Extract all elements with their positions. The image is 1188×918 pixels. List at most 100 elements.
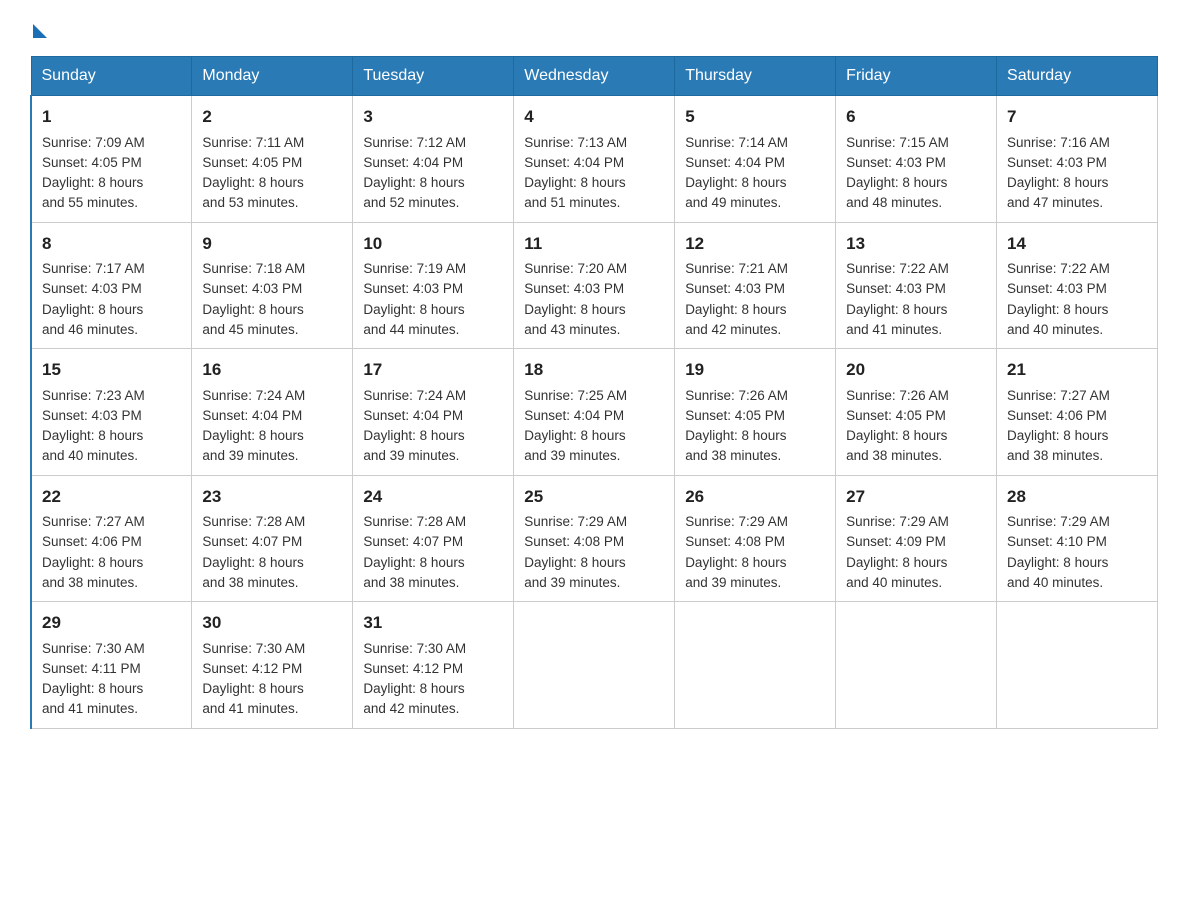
day-number: 28 <box>1007 484 1147 510</box>
header-saturday: Saturday <box>997 57 1158 96</box>
day-cell: 14Sunrise: 7:22 AMSunset: 4:03 PMDayligh… <box>997 222 1158 349</box>
day-cell <box>997 602 1158 729</box>
day-info: Sunrise: 7:17 AMSunset: 4:03 PMDaylight:… <box>42 261 145 337</box>
day-cell: 6 Sunrise: 7:15 AMSunset: 4:03 PMDaylight… <box>836 96 997 223</box>
day-number: 1 <box>42 104 181 130</box>
day-cell <box>675 602 836 729</box>
day-cell: 23 Sunrise: 7:28 AMSunset: 4:07 PMDayligh… <box>192 475 353 602</box>
day-info: Sunrise: 7:11 AMSunset: 4:05 PMDaylight:… <box>202 135 304 211</box>
day-info: Sunrise: 7:22 AMSunset: 4:03 PMDaylight:… <box>846 261 949 337</box>
day-info: Sunrise: 7:24 AMSunset: 4:04 PMDaylight:… <box>363 388 466 464</box>
day-info: Sunrise: 7:30 AMSunset: 4:12 PMDaylight:… <box>363 641 466 717</box>
week-row-1: 1 Sunrise: 7:09 AMSunset: 4:05 PMDaylight… <box>31 96 1158 223</box>
day-info: Sunrise: 7:15 AMSunset: 4:03 PMDaylight:… <box>846 135 949 211</box>
day-number: 30 <box>202 610 342 636</box>
day-number: 3 <box>363 104 503 130</box>
day-number: 27 <box>846 484 986 510</box>
day-cell: 18Sunrise: 7:25 AMSunset: 4:04 PMDayligh… <box>514 349 675 476</box>
day-number: 2 <box>202 104 342 130</box>
day-cell: 30 Sunrise: 7:30 AMSunset: 4:12 PMDayligh… <box>192 602 353 729</box>
day-info: Sunrise: 7:14 AMSunset: 4:04 PMDaylight:… <box>685 135 788 211</box>
day-info: Sunrise: 7:22 AMSunset: 4:03 PMDaylight:… <box>1007 261 1110 337</box>
day-number: 8 <box>42 231 181 257</box>
day-cell: 12 Sunrise: 7:21 AMSunset: 4:03 PMDayligh… <box>675 222 836 349</box>
day-info: Sunrise: 7:27 AMSunset: 4:06 PMDaylight:… <box>42 514 145 590</box>
day-cell <box>836 602 997 729</box>
day-info: Sunrise: 7:29 AMSunset: 4:09 PMDaylight:… <box>846 514 949 590</box>
logo-triangle-icon <box>33 24 47 38</box>
day-cell: 17 Sunrise: 7:24 AMSunset: 4:04 PMDayligh… <box>353 349 514 476</box>
day-info: Sunrise: 7:18 AMSunset: 4:03 PMDaylight:… <box>202 261 305 337</box>
day-info: Sunrise: 7:26 AMSunset: 4:05 PMDaylight:… <box>846 388 949 464</box>
day-info: Sunrise: 7:16 AMSunset: 4:03 PMDaylight:… <box>1007 135 1110 211</box>
header-monday: Monday <box>192 57 353 96</box>
day-info: Sunrise: 7:29 AMSunset: 4:10 PMDaylight:… <box>1007 514 1110 590</box>
day-number: 4 <box>524 104 664 130</box>
header-wednesday: Wednesday <box>514 57 675 96</box>
day-cell: 10Sunrise: 7:19 AMSunset: 4:03 PMDayligh… <box>353 222 514 349</box>
week-row-5: 29 Sunrise: 7:30 AMSunset: 4:11 PMDayligh… <box>31 602 1158 729</box>
day-info: Sunrise: 7:09 AMSunset: 4:05 PMDaylight:… <box>42 135 145 211</box>
day-number: 24 <box>363 484 503 510</box>
day-number: 6 <box>846 104 986 130</box>
logo <box>30 20 47 38</box>
day-number: 11 <box>524 231 664 257</box>
day-cell: 9 Sunrise: 7:18 AMSunset: 4:03 PMDaylight… <box>192 222 353 349</box>
day-number: 20 <box>846 357 986 383</box>
day-cell: 1 Sunrise: 7:09 AMSunset: 4:05 PMDaylight… <box>31 96 192 223</box>
day-info: Sunrise: 7:29 AMSunset: 4:08 PMDaylight:… <box>685 514 788 590</box>
week-row-3: 15Sunrise: 7:23 AMSunset: 4:03 PMDayligh… <box>31 349 1158 476</box>
day-info: Sunrise: 7:21 AMSunset: 4:03 PMDaylight:… <box>685 261 788 337</box>
day-number: 25 <box>524 484 664 510</box>
day-cell: 3 Sunrise: 7:12 AMSunset: 4:04 PMDaylight… <box>353 96 514 223</box>
day-number: 18 <box>524 357 664 383</box>
day-number: 12 <box>685 231 825 257</box>
day-cell: 8 Sunrise: 7:17 AMSunset: 4:03 PMDaylight… <box>31 222 192 349</box>
header-sunday: Sunday <box>31 57 192 96</box>
day-cell: 19Sunrise: 7:26 AMSunset: 4:05 PMDayligh… <box>675 349 836 476</box>
header-friday: Friday <box>836 57 997 96</box>
day-cell: 7Sunrise: 7:16 AMSunset: 4:03 PMDaylight… <box>997 96 1158 223</box>
day-cell: 4 Sunrise: 7:13 AMSunset: 4:04 PMDaylight… <box>514 96 675 223</box>
day-cell: 13 Sunrise: 7:22 AMSunset: 4:03 PMDayligh… <box>836 222 997 349</box>
day-cell: 24Sunrise: 7:28 AMSunset: 4:07 PMDayligh… <box>353 475 514 602</box>
day-number: 21 <box>1007 357 1147 383</box>
week-row-4: 22 Sunrise: 7:27 AMSunset: 4:06 PMDayligh… <box>31 475 1158 602</box>
day-info: Sunrise: 7:24 AMSunset: 4:04 PMDaylight:… <box>202 388 305 464</box>
day-info: Sunrise: 7:30 AMSunset: 4:11 PMDaylight:… <box>42 641 145 717</box>
day-info: Sunrise: 7:12 AMSunset: 4:04 PMDaylight:… <box>363 135 466 211</box>
week-row-2: 8 Sunrise: 7:17 AMSunset: 4:03 PMDaylight… <box>31 222 1158 349</box>
day-info: Sunrise: 7:30 AMSunset: 4:12 PMDaylight:… <box>202 641 305 717</box>
day-number: 17 <box>363 357 503 383</box>
day-info: Sunrise: 7:19 AMSunset: 4:03 PMDaylight:… <box>363 261 466 337</box>
calendar-body: 1 Sunrise: 7:09 AMSunset: 4:05 PMDaylight… <box>31 96 1158 729</box>
day-info: Sunrise: 7:23 AMSunset: 4:03 PMDaylight:… <box>42 388 145 464</box>
day-info: Sunrise: 7:26 AMSunset: 4:05 PMDaylight:… <box>685 388 788 464</box>
day-number: 5 <box>685 104 825 130</box>
day-info: Sunrise: 7:29 AMSunset: 4:08 PMDaylight:… <box>524 514 627 590</box>
day-cell: 28 Sunrise: 7:29 AMSunset: 4:10 PMDayligh… <box>997 475 1158 602</box>
day-number: 23 <box>202 484 342 510</box>
day-cell: 21 Sunrise: 7:27 AMSunset: 4:06 PMDayligh… <box>997 349 1158 476</box>
day-info: Sunrise: 7:28 AMSunset: 4:07 PMDaylight:… <box>202 514 305 590</box>
header-tuesday: Tuesday <box>353 57 514 96</box>
calendar-header: SundayMondayTuesdayWednesdayThursdayFrid… <box>31 57 1158 96</box>
day-info: Sunrise: 7:20 AMSunset: 4:03 PMDaylight:… <box>524 261 627 337</box>
header-thursday: Thursday <box>675 57 836 96</box>
day-cell: 22 Sunrise: 7:27 AMSunset: 4:06 PMDayligh… <box>31 475 192 602</box>
day-info: Sunrise: 7:27 AMSunset: 4:06 PMDaylight:… <box>1007 388 1110 464</box>
day-cell: 16 Sunrise: 7:24 AMSunset: 4:04 PMDayligh… <box>192 349 353 476</box>
day-number: 29 <box>42 610 181 636</box>
day-cell: 27 Sunrise: 7:29 AMSunset: 4:09 PMDayligh… <box>836 475 997 602</box>
day-number: 31 <box>363 610 503 636</box>
day-number: 16 <box>202 357 342 383</box>
day-cell: 31 Sunrise: 7:30 AMSunset: 4:12 PMDayligh… <box>353 602 514 729</box>
day-cell <box>514 602 675 729</box>
day-number: 13 <box>846 231 986 257</box>
day-number: 22 <box>42 484 181 510</box>
day-info: Sunrise: 7:13 AMSunset: 4:04 PMDaylight:… <box>524 135 627 211</box>
day-cell: 25 Sunrise: 7:29 AMSunset: 4:08 PMDayligh… <box>514 475 675 602</box>
day-number: 9 <box>202 231 342 257</box>
page-header <box>30 20 1158 38</box>
day-cell: 5 Sunrise: 7:14 AMSunset: 4:04 PMDaylight… <box>675 96 836 223</box>
